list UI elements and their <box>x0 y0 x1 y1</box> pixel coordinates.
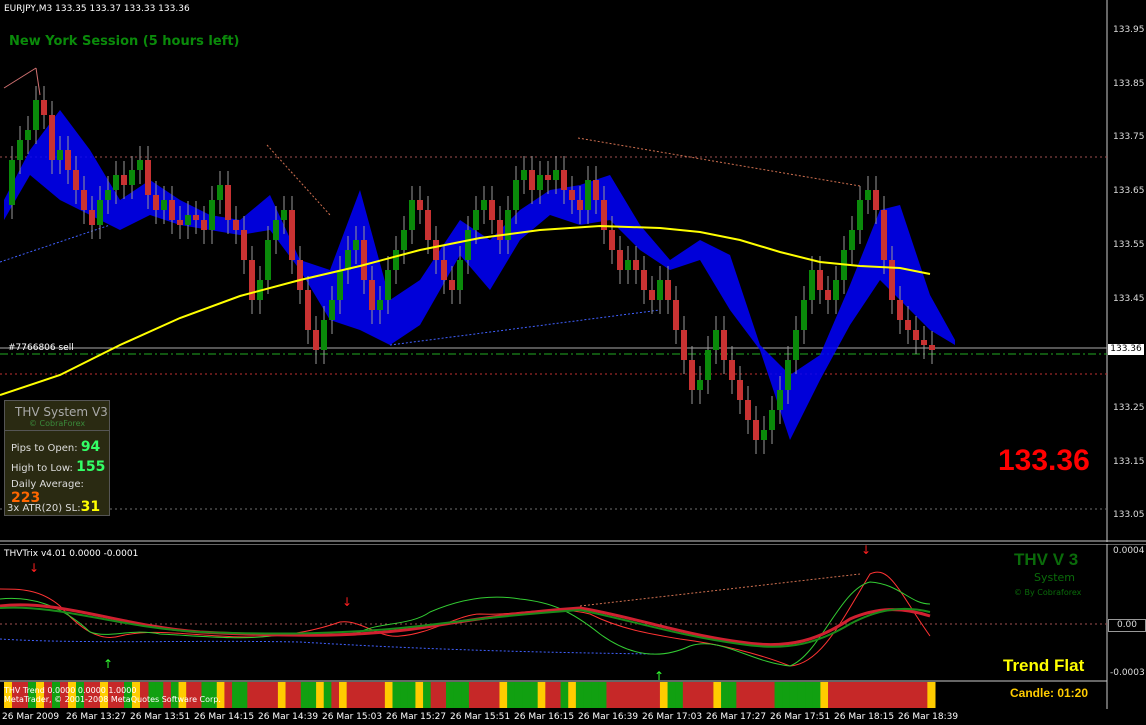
sub-axis-tick: -0.0003 <box>1110 668 1145 678</box>
price-tick: 133.05 <box>1113 510 1145 520</box>
svg-text:↑: ↑ <box>654 669 664 683</box>
price-tick: 133.25 <box>1113 403 1145 413</box>
time-tick: 26 Mar 14:15 <box>194 712 255 722</box>
price-tick: 133.15 <box>1113 457 1145 467</box>
time-tick: 26 Mar 15:27 <box>386 712 447 722</box>
price-chart[interactable] <box>0 0 1146 542</box>
order-label[interactable]: #7766806 sell <box>8 343 74 353</box>
svg-text:↓: ↓ <box>29 561 39 575</box>
current-price-tag: 133.36 <box>1108 344 1144 355</box>
time-tick: 26 Mar 18:15 <box>834 712 895 722</box>
time-tick: 26 Mar 13:51 <box>130 712 191 722</box>
svg-text:↓: ↓ <box>861 544 871 557</box>
svg-text:↑: ↑ <box>103 657 113 671</box>
sub-axis-tick: 0.0004 <box>1113 546 1145 556</box>
price-tick: 133.45 <box>1113 294 1145 304</box>
session-label: New York Session (5 hours left) <box>9 34 240 49</box>
price-tick: 133.75 <box>1113 132 1145 142</box>
panel-row: Pips to Open: 94 <box>11 439 101 455</box>
time-tick: 26 Mar 14:39 <box>258 712 319 722</box>
time-tick: 26 Mar 17:03 <box>642 712 703 722</box>
candle-timer: Candle: 01:20 <box>1010 686 1089 700</box>
trix-indicator-chart[interactable]: ↓ ↓ ↓ ↑ ↑ <box>0 544 1146 709</box>
time-tick: 26 Mar 17:51 <box>770 712 831 722</box>
time-tick: 26 Mar 17:27 <box>706 712 767 722</box>
thv-brand-sub: System <box>1034 571 1076 584</box>
time-tick: 26 Mar 13:27 <box>66 712 127 722</box>
trend-status: Trend Flat <box>1003 656 1085 675</box>
price-tick: 133.85 <box>1113 79 1145 89</box>
big-price-display: 133.36 <box>998 444 1090 477</box>
svg-text:↓: ↓ <box>342 595 352 609</box>
time-tick: 26 Mar 16:39 <box>578 712 639 722</box>
price-tick: 133.55 <box>1113 240 1145 250</box>
thv-brand-title: THV V 3 <box>1014 550 1079 569</box>
time-tick: 26 Mar 16:15 <box>514 712 575 722</box>
trend-footer-line: THV Trend 0.0000 0.0000 1.0000 <box>4 686 137 695</box>
time-tick: 26 Mar 18:39 <box>898 712 959 722</box>
price-tick: 133.65 <box>1113 186 1145 196</box>
copyright-line: MetaTrader, © 2001-2008 MetaQuotes Softw… <box>4 695 221 704</box>
thv-system-panel: THV System V3 © CobraForex Pips to Open:… <box>4 400 110 516</box>
panel-row: 3x ATR(20) SL:31 <box>7 499 101 515</box>
time-tick: 26 Mar 2009 <box>2 712 60 722</box>
thv-brand-credit: © By Cobraforex <box>1014 588 1082 597</box>
panel-subtitle: © CobraForex <box>29 419 86 428</box>
panel-title: THV System V3 <box>15 405 108 419</box>
panel-row: High to Low: 155 <box>11 459 106 475</box>
sub-axis-tick: 0.00 <box>1108 619 1146 632</box>
time-tick: 26 Mar 15:03 <box>322 712 383 722</box>
time-tick: 26 Mar 15:51 <box>450 712 511 722</box>
price-tick: 133.95 <box>1113 25 1145 35</box>
chart-symbol-header: EURJPY,M3 133.35 133.37 133.33 133.36 <box>4 4 190 14</box>
subwindow-title: THVTrix v4.01 0.0000 -0.0001 <box>4 549 139 559</box>
